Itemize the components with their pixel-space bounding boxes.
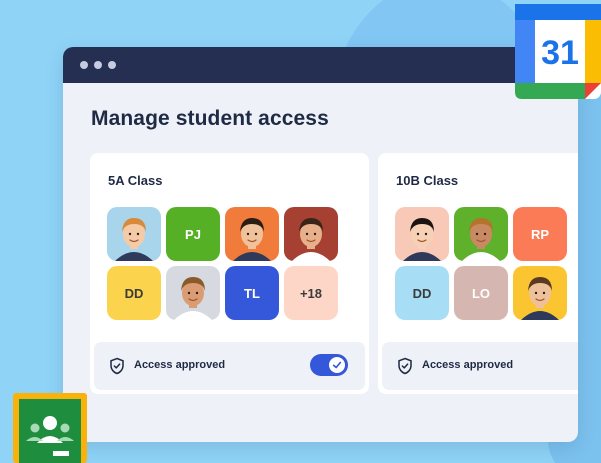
student-photo-icon [292, 218, 330, 261]
student-avatar-initials[interactable]: PJ [166, 207, 220, 261]
student-initials: RP [530, 226, 550, 242]
window-dot[interactable] [80, 61, 88, 69]
student-grid: RP DD LO [395, 207, 578, 320]
student-photo[interactable] [107, 207, 161, 261]
access-toggle[interactable] [310, 354, 348, 376]
student-photo-icon [521, 277, 559, 320]
student-avatar-initials[interactable]: +18 [284, 266, 338, 320]
class-name: 10B Class [396, 173, 459, 188]
class-card: 10B Class RP DD LO Access approved [378, 153, 578, 394]
calendar-date: 31 [541, 34, 579, 72]
toggle-knob [329, 357, 345, 373]
student-initials: DD [124, 285, 144, 301]
access-footer: Access approved [94, 342, 365, 390]
access-status: Access approved [134, 359, 226, 371]
student-avatar-initials[interactable]: DD [107, 266, 161, 320]
shield-check-icon [398, 357, 412, 375]
page-title: Manage student access [91, 107, 329, 130]
student-avatar-initials[interactable]: RP [513, 207, 567, 261]
student-photo[interactable] [395, 207, 449, 261]
student-initials: PJ [185, 226, 201, 242]
student-initials: DD [412, 285, 432, 301]
student-photo-icon [403, 218, 441, 261]
check-icon [332, 361, 342, 369]
student-photo-icon [174, 277, 212, 320]
empty-slot [572, 266, 578, 320]
window-titlebar [63, 47, 578, 83]
student-photo-icon [115, 218, 153, 261]
class-name: 5A Class [108, 173, 163, 188]
student-photo[interactable] [454, 207, 508, 261]
student-avatar-initials[interactable]: TL [225, 266, 279, 320]
class-card: 5A Class PJ DD TL +18 Access approved [90, 153, 369, 394]
student-grid: PJ DD TL +18 [107, 207, 338, 320]
shield-check-icon [110, 357, 124, 375]
window-dot[interactable] [94, 61, 102, 69]
window-dot[interactable] [108, 61, 116, 69]
student-avatar-initials[interactable]: DD [395, 266, 449, 320]
student-initials: LO [471, 285, 491, 301]
access-status: Access approved [422, 359, 514, 371]
empty-slot [572, 207, 578, 261]
google-classroom-icon[interactable] [13, 393, 87, 463]
google-calendar-icon[interactable]: 31 [515, 4, 601, 99]
student-photo[interactable] [225, 207, 279, 261]
student-photo-icon [462, 218, 500, 261]
student-initials: TL [244, 285, 260, 301]
app-window: Manage student access 5A Class PJ DD TL +18… [63, 47, 578, 442]
student-photo[interactable] [166, 266, 220, 320]
student-photo[interactable] [513, 266, 567, 320]
access-footer: Access approved [382, 342, 578, 390]
student-photo[interactable] [284, 207, 338, 261]
student-photo-icon [233, 218, 271, 261]
student-avatar-initials[interactable]: LO [454, 266, 508, 320]
student-initials: +18 [299, 285, 323, 301]
